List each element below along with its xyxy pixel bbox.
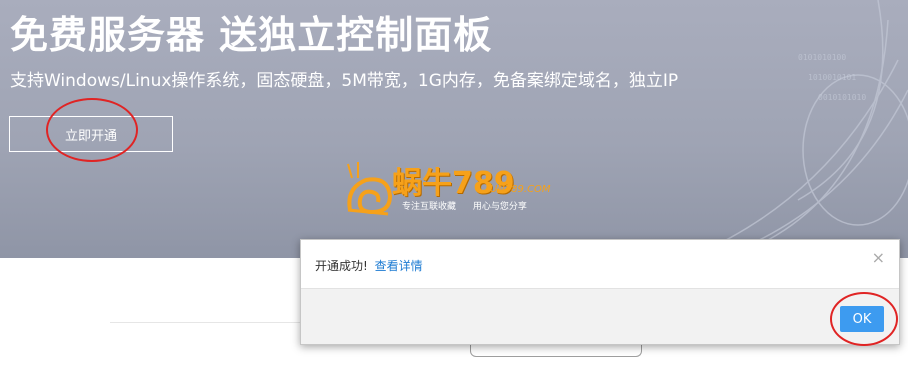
watermark-brand: 蜗牛789 [392,166,515,201]
watermark-slogan: 专注互联收藏 用心与您分享 [402,199,541,212]
snail-icon [347,162,393,216]
dialog-message-text: 开通成功! [315,259,368,273]
hero-subtitle: 支持Windows/Linux操作系统，固态硬盘，5M带宽，1G内存，免备案绑定… [10,71,679,91]
svg-text:1010010101: 1010010101 [808,73,856,82]
watermark-slogan-left: 专注互联收藏 [402,202,457,212]
decorative-swirl-graphic: 0101010100 1010010101 0010101010 [687,0,908,258]
svg-text:0010101010: 0010101010 [818,93,866,102]
success-dialog: 开通成功! 查看详情 × OK [300,239,900,345]
dialog-body: 开通成功! 查看详情 × [301,240,899,288]
dialog-footer: OK [301,288,899,344]
hero-title: 免费服务器 送独立控制面板 [10,13,493,57]
svg-text:0101010100: 0101010100 [798,53,846,62]
watermark-logo: 蜗牛789 UN789.COM 专注互联收藏 用心与您分享 [344,160,574,218]
annotation-circle [830,292,898,346]
view-details-link[interactable]: 查看详情 [375,259,423,273]
hero-banner: 0101010100 1010010101 0010101010 免费服务器 送… [0,0,908,258]
section-divider [110,322,320,323]
watermark-slogan-right: 用心与您分享 [472,202,527,212]
dialog-message: 开通成功! 查看详情 [315,257,423,274]
annotation-circle [46,98,138,162]
watermark-url: UN789.COM [490,184,551,195]
close-icon[interactable]: × [872,248,885,267]
